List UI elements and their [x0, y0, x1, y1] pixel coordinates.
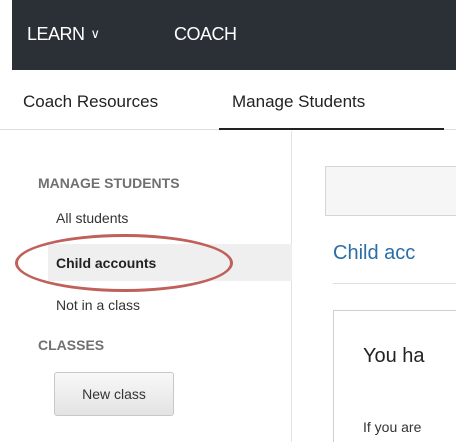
- title-divider: [333, 283, 456, 284]
- chevron-down-icon: ∨: [90, 26, 101, 41]
- page-title: Child acc: [333, 242, 416, 264]
- classes-heading: CLASSES: [38, 337, 105, 353]
- sidebar-item-all-students[interactable]: All students: [56, 210, 128, 226]
- annotation-circle: [15, 234, 233, 292]
- sidebar: MANAGE STUDENTS All students Child accou…: [0, 131, 292, 442]
- coach-menu[interactable]: COACH: [174, 24, 237, 45]
- card-heading: You ha: [363, 345, 425, 367]
- active-tab-indicator: [219, 128, 444, 130]
- learn-menu-label: LEARN: [27, 24, 85, 44]
- manage-students-heading: MANAGE STUDENTS: [38, 175, 180, 191]
- new-class-button[interactable]: New class: [54, 372, 174, 416]
- sidebar-item-not-in-a-class[interactable]: Not in a class: [56, 297, 140, 313]
- sub-navigation: Coach Resources Manage Students: [0, 70, 456, 130]
- top-navigation-bar: LEARN ∨ COACH: [12, 0, 456, 70]
- main-top-panel: [325, 166, 456, 216]
- tab-manage-students[interactable]: Manage Students: [232, 92, 365, 112]
- tab-coach-resources[interactable]: Coach Resources: [23, 92, 158, 112]
- card-text: If you are: [363, 419, 422, 435]
- learn-menu[interactable]: LEARN ∨: [27, 24, 100, 45]
